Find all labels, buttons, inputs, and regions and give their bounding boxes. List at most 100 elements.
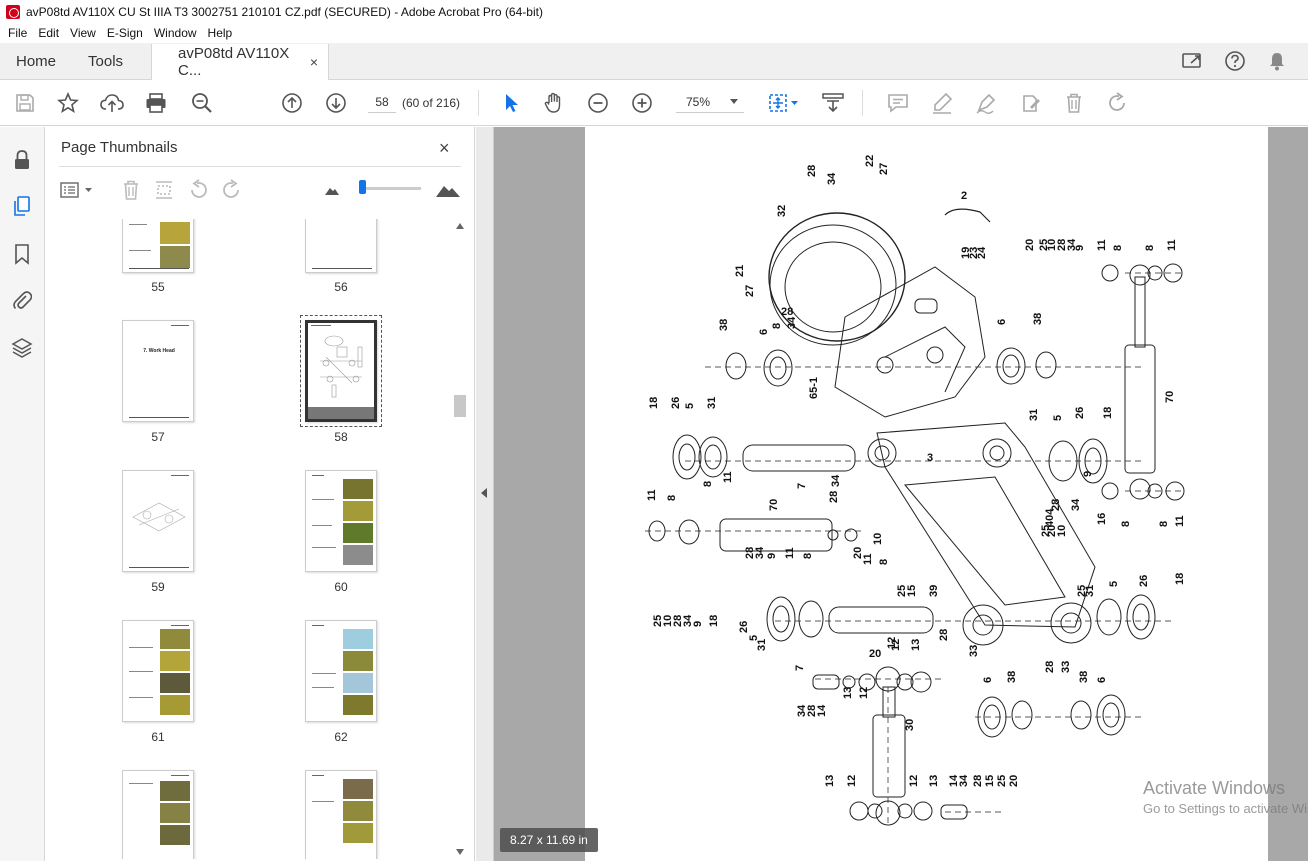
hand-tool-icon[interactable] xyxy=(542,91,566,115)
redo-icon[interactable] xyxy=(1106,91,1130,115)
part-label: 13 xyxy=(910,639,922,651)
tab-close-icon[interactable]: × xyxy=(310,54,318,70)
print-icon[interactable] xyxy=(144,91,168,115)
bookmark-star-icon[interactable] xyxy=(56,91,80,115)
thumbnail-page-64[interactable] xyxy=(305,770,377,859)
layers-icon[interactable] xyxy=(11,337,33,359)
bookmarks-icon[interactable] xyxy=(11,243,33,265)
tab-tools[interactable]: Tools xyxy=(72,43,139,79)
thumbnail-page-62[interactable] xyxy=(305,620,377,722)
panel-close-icon[interactable]: × xyxy=(439,138,450,159)
page-number-input[interactable] xyxy=(368,91,396,113)
title-bar: avP08td AV110X CU St IIIA T3 3002751 210… xyxy=(0,0,1308,23)
thumbnail-page-56[interactable] xyxy=(305,219,377,273)
stamp-icon[interactable] xyxy=(1018,91,1042,115)
menu-esign[interactable]: E-Sign xyxy=(103,26,150,40)
rotate-right-icon[interactable] xyxy=(221,179,243,201)
thumbnail-page-57[interactable]: 7. Work Head xyxy=(122,320,194,422)
scroll-mode-icon[interactable] xyxy=(821,91,845,115)
thumbnail-label: 55 xyxy=(151,280,165,294)
attachments-paperclip-icon[interactable] xyxy=(11,289,33,311)
menu-window[interactable]: Window xyxy=(150,26,204,40)
part-label: 6 xyxy=(996,319,1008,325)
part-label: 28 xyxy=(972,775,984,787)
tab-document-label: avP08td AV110X C... xyxy=(178,45,290,79)
part-label: 6 xyxy=(982,677,994,683)
scroll-down-icon[interactable] xyxy=(456,849,464,855)
part-label: 13 xyxy=(928,775,940,787)
part-label: 18 xyxy=(708,615,720,627)
highlight-pen-icon[interactable] xyxy=(930,91,954,115)
scroll-up-icon[interactable] xyxy=(456,223,464,229)
thumbnail-size-slider-handle[interactable] xyxy=(359,180,366,194)
rotate-left-icon[interactable] xyxy=(187,179,209,201)
thumbnail-label: 62 xyxy=(334,730,348,744)
pdf-page[interactable]: 28 34 22 27 32 2 21 27 19 23 24 20 25 10 28 34 9 11 8 8 11 8 3… xyxy=(585,127,1268,861)
part-label: 34 xyxy=(754,546,766,559)
upload-cloud-icon[interactable] xyxy=(100,91,124,115)
thumbnail-page-61[interactable] xyxy=(122,620,194,722)
part-label: 20 xyxy=(869,648,881,660)
delete-trash-icon[interactable] xyxy=(1062,91,1086,115)
part-label: 38 xyxy=(1032,313,1044,325)
save-icon[interactable] xyxy=(13,91,37,115)
select-cursor-icon[interactable] xyxy=(499,91,523,115)
collapse-left-icon[interactable] xyxy=(481,488,487,498)
tab-home[interactable]: Home xyxy=(0,43,72,79)
part-label: 27 xyxy=(744,285,756,297)
part-label: 28 xyxy=(1050,499,1062,511)
zoom-search-icon[interactable] xyxy=(190,91,214,115)
part-label: 12 xyxy=(886,637,898,649)
part-label: 15 xyxy=(984,775,996,787)
delete-page-icon[interactable] xyxy=(120,179,142,201)
scrollbar-handle[interactable] xyxy=(454,395,466,417)
help-icon[interactable] xyxy=(1224,50,1246,72)
extract-page-icon[interactable] xyxy=(153,179,175,201)
comment-icon[interactable] xyxy=(886,91,910,115)
part-label: 8 xyxy=(802,553,814,559)
zoom-in-icon[interactable] xyxy=(630,91,654,115)
thumbnail-page-58-selected[interactable] xyxy=(300,315,382,427)
notifications-bell-icon[interactable] xyxy=(1266,50,1288,72)
part-label: 8 xyxy=(1158,521,1170,527)
watermark-title: Activate Windows xyxy=(1143,778,1286,798)
page-thumbnails-icon[interactable] xyxy=(11,195,33,217)
part-label: 28 xyxy=(781,306,793,318)
next-page-icon[interactable] xyxy=(324,91,348,115)
part-label: 26 xyxy=(670,397,682,409)
previous-page-icon[interactable] xyxy=(280,91,304,115)
part-label: 12 xyxy=(908,775,920,787)
share-screen-icon[interactable] xyxy=(1182,50,1204,72)
part-label: 12 xyxy=(858,687,870,699)
thumbnail-page-63[interactable] xyxy=(122,770,194,859)
watermark-subtitle: Go to Settings to activate Windows. xyxy=(1143,801,1308,816)
menu-help[interactable]: Help xyxy=(204,26,240,40)
page-size-indicator: 8.27 x 11.69 in xyxy=(500,828,598,852)
thumbnail-label: 58 xyxy=(334,430,348,444)
sign-pen-icon[interactable] xyxy=(974,91,998,115)
thumbnail-page-55[interactable] xyxy=(122,219,194,273)
chevron-down-icon xyxy=(730,99,738,104)
thumbnail-label: 61 xyxy=(151,730,165,744)
menu-edit[interactable]: Edit xyxy=(34,26,66,40)
menu-view[interactable]: View xyxy=(66,26,103,40)
menu-file[interactable]: File xyxy=(4,26,34,40)
collapse-panel-bar[interactable] xyxy=(476,127,494,861)
zoom-out-icon[interactable] xyxy=(586,91,610,115)
thumbnail-page-60[interactable] xyxy=(305,470,377,572)
thumbnail-page-59[interactable] xyxy=(122,470,194,572)
menu-bar: File Edit View E-Sign Window Help xyxy=(0,23,1308,43)
thumbnail-options-menu-icon[interactable] xyxy=(59,179,95,201)
part-label: 70 xyxy=(1164,391,1176,403)
lock-security-icon[interactable] xyxy=(11,149,33,171)
part-label: 21 xyxy=(734,265,746,277)
thumbnail-size-slider[interactable] xyxy=(363,187,421,190)
part-number-labels: 28342227322212719232420 251028349 11 8 8 118 3… xyxy=(646,155,1186,787)
page-count-label: (60 of 216) xyxy=(402,96,461,110)
fit-page-icon[interactable] xyxy=(766,91,802,115)
thumbnail-scrollbar[interactable] xyxy=(453,219,467,859)
zoom-level-dropdown[interactable]: 75% xyxy=(676,91,744,113)
tab-document[interactable]: avP08td AV110X C... × xyxy=(151,44,330,80)
part-label: 38 xyxy=(718,319,730,331)
activate-windows-watermark: Activate Windows Go to Settings to activ… xyxy=(1143,778,1308,816)
